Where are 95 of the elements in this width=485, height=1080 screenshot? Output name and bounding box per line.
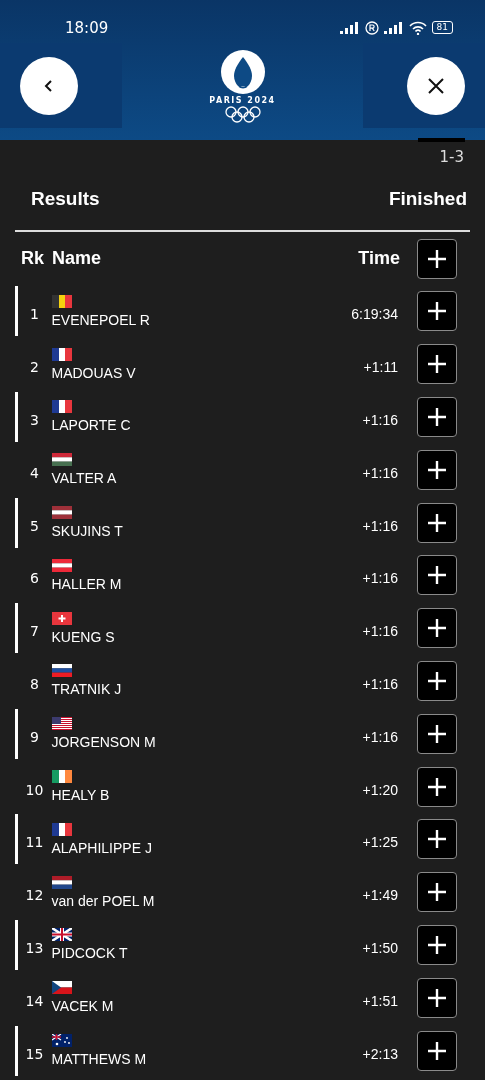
rank-number: 11	[24, 833, 45, 851]
athlete-name: van der POEL M	[51, 892, 155, 909]
athlete-name: HEALY B	[51, 787, 110, 804]
finish-time: +1:25	[362, 833, 398, 851]
finish-time: +1:16	[362, 727, 398, 745]
expand-button[interactable]	[417, 872, 457, 913]
logo-text: PARIS 2024	[209, 95, 276, 105]
athlete-name: KUENG S	[51, 628, 115, 645]
back-button[interactable]	[20, 56, 78, 115]
finish-time: +1:16	[362, 463, 398, 481]
rank-number: 9	[29, 727, 40, 745]
rank-number: 5	[29, 516, 40, 534]
plus-icon	[427, 829, 447, 850]
plus-icon	[427, 1040, 447, 1061]
athlete-name: VALTER A	[51, 470, 117, 487]
finish-time: +1:50	[362, 938, 398, 956]
rank-number: 4	[29, 463, 40, 481]
expand-button[interactable]	[417, 608, 457, 649]
column-header: Name	[52, 248, 103, 269]
rank-number: 7	[29, 622, 40, 640]
athlete-name: MATTHEWS M	[51, 1051, 147, 1068]
finish-time: +1:20	[362, 780, 398, 798]
athlete-name: HALLER M	[51, 575, 122, 592]
expand-button[interactable]	[417, 819, 457, 860]
registered-icon	[364, 20, 379, 35]
plus-icon	[427, 987, 447, 1008]
athlete-name: SKUJINS T	[51, 523, 123, 540]
page-range: 1-3	[439, 148, 464, 166]
athlete-name: ALAPHILIPPE J	[51, 839, 152, 856]
plus-icon	[427, 882, 447, 903]
status-time: 18:09	[65, 18, 109, 37]
expand-button[interactable]	[417, 502, 457, 543]
plus-icon	[427, 618, 447, 639]
plus-icon	[427, 565, 447, 586]
expand-button[interactable]	[417, 713, 457, 754]
plus-icon	[427, 670, 447, 691]
expand-button[interactable]	[417, 766, 457, 807]
finish-time: +1:16	[362, 411, 398, 428]
close-icon	[427, 76, 445, 95]
athlete-name: TRATNIK J	[51, 681, 122, 698]
finish-time: +1:16	[362, 516, 398, 534]
finish-time: +1:49	[362, 886, 398, 904]
finish-time: +1:16	[362, 622, 398, 640]
plus-icon	[427, 512, 447, 533]
finish-time: +1:51	[362, 991, 398, 1009]
expand-button[interactable]	[417, 660, 457, 701]
race-status: Finished	[388, 188, 467, 210]
flame-logo-icon	[219, 48, 266, 95]
close-button[interactable]	[407, 56, 465, 115]
plus-icon	[427, 248, 447, 269]
plus-icon	[427, 301, 447, 322]
signal-icon	[339, 21, 360, 34]
wifi-icon	[408, 20, 427, 35]
athlete-name: EVENEPOEL R	[51, 311, 150, 328]
battery-level: 81	[431, 21, 453, 34]
plus-icon	[427, 723, 447, 744]
finish-time: +1:11	[363, 358, 398, 376]
rank-number: 8	[29, 674, 40, 692]
expand-button[interactable]	[417, 924, 457, 965]
rank-number: 13	[24, 938, 45, 956]
finish-time: +1:16	[362, 674, 398, 692]
finish-time: +2:13	[362, 1044, 398, 1062]
rank-number: 2	[29, 358, 40, 376]
expand-button[interactable]	[417, 555, 457, 596]
plus-icon	[427, 776, 447, 797]
expand-button[interactable]	[417, 977, 457, 1018]
plus-icon	[427, 459, 447, 480]
expand-button[interactable]	[417, 397, 457, 437]
athlete-name: JORGENSON M	[51, 734, 156, 751]
rank-number: 10	[24, 780, 45, 798]
rank-number: 6	[29, 569, 40, 587]
plus-icon	[427, 354, 447, 375]
rank-number: 15	[24, 1044, 45, 1062]
athlete-name: VACEK M	[51, 998, 114, 1015]
plus-icon	[427, 934, 447, 955]
expand-button[interactable]	[417, 238, 457, 279]
finish-time: +1:16	[362, 569, 398, 587]
rank-number: 14	[24, 991, 45, 1009]
athlete-name: MADOUAS V	[51, 364, 136, 381]
signal-icon	[383, 21, 404, 34]
rank-number: 12	[24, 886, 45, 904]
expand-button[interactable]	[417, 344, 457, 385]
plus-icon	[427, 407, 447, 427]
athlete-name: PIDCOCK T	[51, 945, 128, 962]
olympic-rings-icon	[224, 105, 261, 123]
section-title: Results	[31, 188, 100, 210]
expand-button[interactable]	[417, 449, 457, 490]
expand-button[interactable]	[417, 291, 457, 332]
rank-number: 1	[29, 305, 40, 323]
column-header: Time	[358, 248, 400, 269]
finish-time: 6:19:34	[351, 305, 398, 323]
rank-number: 3	[29, 411, 40, 428]
athlete-name: LAPORTE C	[51, 417, 131, 434]
expand-button[interactable]	[417, 1030, 457, 1071]
column-header: Rk	[20, 248, 45, 269]
